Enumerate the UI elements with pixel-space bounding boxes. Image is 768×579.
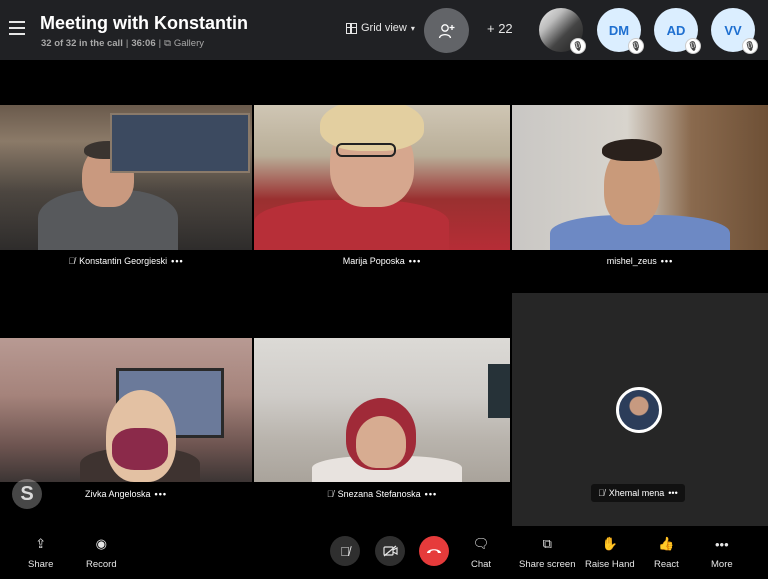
add-people-button[interactable]	[424, 8, 469, 53]
video-tile[interactable]: 🎙̸ Xhemal mena •••	[512, 293, 768, 526]
avatar[interactable]: 🎙	[539, 8, 586, 54]
share-screen-icon: ⧉	[542, 536, 552, 551]
gallery-label[interactable]: Gallery	[174, 38, 204, 49]
more-options-icon[interactable]: •••	[425, 489, 437, 499]
share-icon: ⇪	[35, 536, 47, 551]
more-options-icon[interactable]: •••	[661, 256, 673, 266]
gallery-icon: ⧉	[164, 38, 171, 49]
grid-icon	[346, 22, 357, 34]
record-icon: ◉	[95, 536, 107, 551]
hang-up-icon	[427, 549, 441, 553]
avatar[interactable]: DM 🎙	[597, 8, 644, 54]
meeting-title: Meeting with Konstantin	[40, 13, 248, 33]
participant-name: 🎙̸ Xhemal mena •••	[591, 484, 685, 502]
grid-view-label: Grid view	[361, 22, 407, 34]
share-button[interactable]: ⇪ Share	[28, 534, 53, 570]
record-button[interactable]: ◉ Record	[86, 534, 117, 570]
mic-off-icon: 🎙̸	[68, 256, 76, 266]
video-tile[interactable]	[254, 338, 510, 482]
video-tile[interactable]	[0, 105, 252, 250]
call-status: 32 of 32 in the call | 36:06 | ⧉ Gallery	[41, 38, 204, 49]
more-participants-count[interactable]: + 22	[487, 21, 513, 36]
mic-off-icon: 🎙̸	[598, 488, 605, 498]
raise-hand-icon: ✋	[601, 536, 618, 551]
more-options-icon[interactable]: •••	[155, 489, 167, 499]
participant-name: mishel_zeus •••	[606, 256, 674, 266]
more-options-icon: •••	[715, 536, 729, 552]
participant-name: 🎙̸ Snezana Stefanoska •••	[326, 489, 438, 499]
call-participant-count: 32 of 32 in the call	[41, 38, 123, 49]
video-tile[interactable]	[512, 105, 768, 250]
mic-off-icon: 🎙̸	[326, 489, 334, 499]
grid-view-dropdown[interactable]: Grid view ▾	[346, 22, 415, 34]
participant-name: 🎙̸ Konstantin Georgieski •••	[68, 256, 184, 266]
avatar	[616, 387, 662, 433]
raise-hand-button[interactable]: ✋ Raise Hand	[585, 534, 635, 570]
mute-button[interactable]: 🎙̸	[330, 536, 360, 566]
more-options-icon[interactable]: •••	[668, 488, 677, 498]
react-button[interactable]: 👍 React	[654, 534, 679, 570]
mic-off-icon: 🎙	[685, 38, 701, 54]
participant-name: Marija Poposka •••	[342, 256, 422, 266]
video-tile[interactable]	[254, 105, 510, 250]
call-duration: 36:06	[131, 38, 156, 49]
add-person-icon	[438, 23, 454, 38]
call-header: Meeting with Konstantin 32 of 32 in the …	[0, 0, 768, 60]
more-options-icon[interactable]: •••	[171, 256, 183, 266]
more-button[interactable]: ••• More	[711, 534, 733, 571]
hang-up-button[interactable]	[419, 536, 449, 566]
avatar[interactable]: VV 🎙	[711, 8, 758, 54]
call-toolbar: ⇪ Share ◉ Record 🎙̸ 🗨 Chat ⧉ Share scree…	[0, 526, 768, 579]
more-options-icon[interactable]: •••	[409, 256, 421, 266]
video-tile[interactable]	[0, 338, 252, 482]
chat-icon: 🗨	[472, 536, 490, 551]
chat-button[interactable]: 🗨 Chat	[471, 534, 491, 570]
participant-name: Zivka Angeloska •••	[85, 489, 167, 499]
chevron-down-icon: ▾	[410, 23, 415, 33]
share-screen-button[interactable]: ⧉ Share screen	[519, 534, 576, 570]
menu-icon[interactable]	[9, 21, 25, 35]
mic-off-icon: 🎙̸	[340, 543, 350, 559]
camera-toggle-button[interactable]	[375, 536, 405, 566]
mic-off-icon: 🎙	[742, 38, 758, 54]
avatar[interactable]: AD 🎙	[654, 8, 701, 54]
video-off-icon	[382, 545, 398, 557]
mic-off-icon: 🎙	[570, 38, 586, 54]
thumbs-up-icon: 👍	[658, 536, 675, 551]
mic-off-icon: 🎙	[628, 38, 644, 54]
